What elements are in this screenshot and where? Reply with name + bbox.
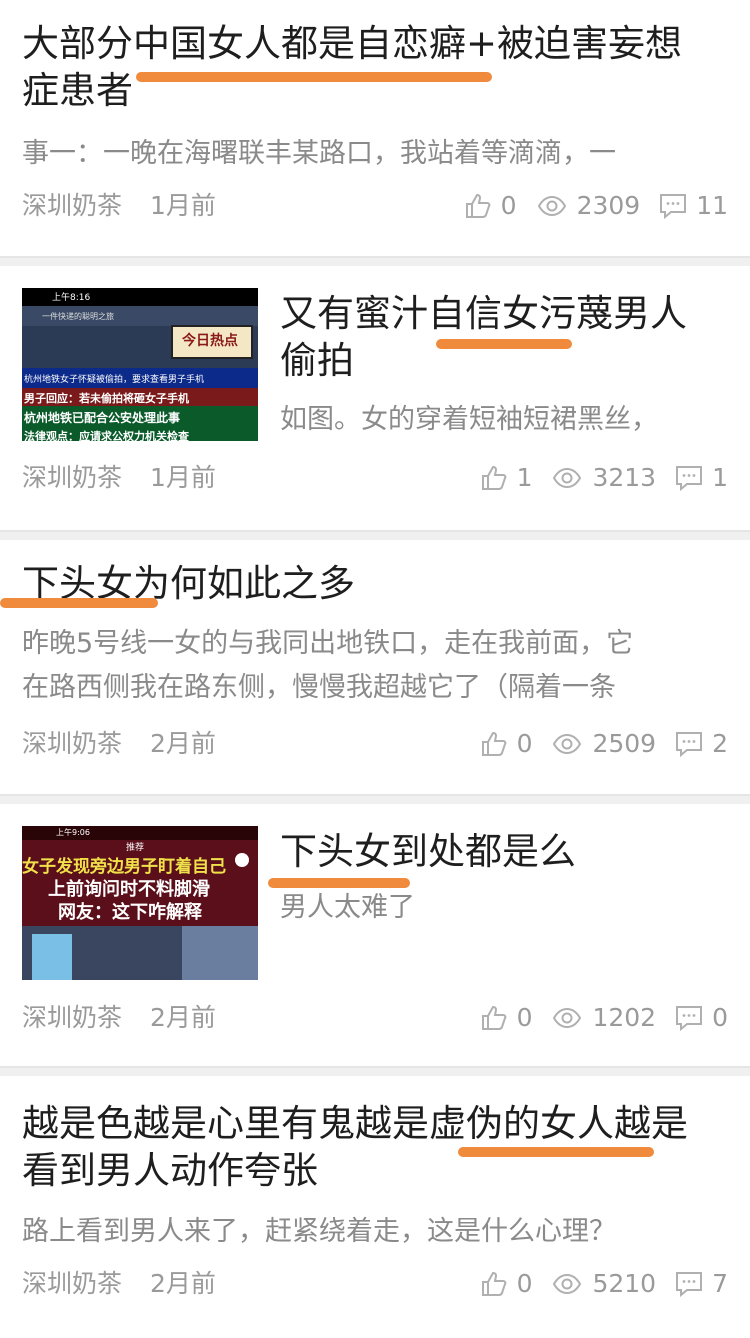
comment-count: 11 (696, 191, 728, 220)
view-count: 3213 (592, 463, 657, 492)
thumbs-up-icon[interactable] (479, 463, 509, 493)
eye-icon (537, 195, 566, 217)
comment-icon[interactable] (674, 1003, 704, 1033)
like-count: 0 (516, 1003, 533, 1032)
post-time: 1月前 (150, 463, 216, 492)
eye-icon (553, 733, 582, 755)
post-title[interactable]: 大部分中国女人都是自恋癖+被迫害妄想 症患者 (22, 20, 682, 114)
post-stats: 0 1202 0 (479, 1000, 728, 1036)
author-name[interactable]: 深圳奶茶 (22, 1000, 122, 1036)
post-excerpt: 昨晚5号线一女的与我同出地铁口，走在我前面，它 在路西侧我在路东侧，慢慢我超越它… (22, 628, 634, 703)
view-count: 2509 (592, 729, 657, 758)
post-card[interactable]: 越是色越是心里有鬼越是虚伪的女人越是 看到男人动作夸张 路上看到男人来了，赶紧绕… (0, 1076, 750, 1338)
post-card[interactable]: 上午8:16 一件快递的聪明之旅 今日热点 杭州地铁女子怀疑被偷拍，要求查看男子… (0, 266, 750, 532)
thumbs-up-icon[interactable] (479, 1269, 509, 1299)
highlight-underline (436, 339, 572, 349)
post-card[interactable]: 上午9:06 推荐 女子发现旁边男子盯着自己 上前询问时不料脚滑 网友：这下咋解… (0, 804, 750, 1068)
thumb-badge: 今日热点 (182, 333, 238, 349)
eye-icon (553, 1273, 582, 1295)
post-card[interactable]: 下头女为何如此之多 昨晚5号线一女的与我同出地铁口，走在我前面，它 在路西侧我在… (0, 540, 750, 796)
post-excerpt: 事一：一晚在海曙联丰某路口，我站着等滴滴，一 (22, 138, 616, 169)
thumbs-up-icon[interactable] (463, 191, 493, 221)
post-meta: 深圳奶茶 1月前 0 2309 11 (22, 188, 728, 224)
comment-icon[interactable] (674, 729, 704, 759)
post-meta: 深圳奶茶 2月前 0 2509 2 (22, 726, 728, 762)
post-meta: 深圳奶茶 2月前 0 1202 0 (22, 1000, 728, 1036)
like-count: 0 (516, 1269, 533, 1298)
thumb-caption: 女子发现旁边男子盯着自己 (22, 857, 226, 877)
comment-icon[interactable] (674, 463, 704, 493)
post-title[interactable]: 下头女到处都是么 (280, 828, 576, 875)
post-thumbnail[interactable]: 上午9:06 推荐 女子发现旁边男子盯着自己 上前询问时不料脚滑 网友：这下咋解… (22, 826, 258, 980)
thumb-status-time: 上午9:06 (56, 828, 90, 837)
highlight-underline (458, 1147, 654, 1157)
post-time: 1月前 (150, 191, 216, 220)
post-thumbnail[interactable]: 上午8:16 一件快递的聪明之旅 今日热点 杭州地铁女子怀疑被偷拍，要求查看男子… (22, 288, 258, 441)
post-time: 2月前 (150, 729, 216, 758)
post-stats: 1 3213 1 (479, 460, 728, 496)
author-name[interactable]: 深圳奶茶 (22, 1266, 122, 1302)
view-count: 1202 (592, 1003, 657, 1032)
eye-icon (553, 1007, 582, 1029)
like-count: 1 (516, 463, 533, 492)
thumb-caption: 杭州地铁已配合公安处理此事 (24, 411, 181, 425)
post-time: 2月前 (150, 1003, 216, 1032)
thumb-status-time: 上午8:16 (52, 293, 91, 303)
author-name[interactable]: 深圳奶茶 (22, 188, 122, 224)
view-count: 5210 (592, 1269, 657, 1298)
post-meta: 深圳奶茶 2月前 0 5210 7 (22, 1266, 728, 1302)
post-card[interactable]: 大部分中国女人都是自恋癖+被迫害妄想 症患者 事一：一晚在海曙联丰某路口，我站着… (0, 0, 750, 258)
thumb-caption: 杭州地铁女子怀疑被偷拍，要求查看男子手机 (24, 375, 205, 385)
comment-count: 0 (712, 1003, 728, 1032)
thumb-caption: 网友：这下咋解释 (58, 902, 202, 923)
author-name[interactable]: 深圳奶茶 (22, 726, 122, 762)
thumbs-up-icon[interactable] (479, 1003, 509, 1033)
author-name[interactable]: 深圳奶茶 (22, 460, 122, 496)
thumb-caption: 法律观点：应请求公权力机关检查 (24, 430, 189, 441)
comment-icon[interactable] (674, 1269, 704, 1299)
view-count: 2309 (576, 191, 641, 220)
thumb-caption: 男子回应：若未偷拍将砸女子手机 (24, 392, 189, 405)
comment-count: 1 (712, 463, 728, 492)
post-stats: 0 2509 2 (479, 726, 728, 762)
comment-count: 7 (712, 1269, 728, 1298)
post-title[interactable]: 又有蜜汁自信女污蔑男人 偷拍 (280, 290, 687, 384)
comment-count: 2 (712, 729, 728, 758)
like-count: 0 (516, 729, 533, 758)
thumbs-up-icon[interactable] (479, 729, 509, 759)
post-excerpt: 路上看到男人来了，赶紧绕着走，这是什么心理？ (22, 1216, 616, 1247)
post-meta: 深圳奶茶 1月前 1 3213 1 (22, 460, 728, 496)
comment-icon[interactable] (658, 191, 688, 221)
highlight-underline (136, 72, 492, 82)
thumb-top-caption: 一件快递的聪明之旅 (42, 312, 114, 321)
eye-icon (553, 467, 582, 489)
post-stats: 0 2309 11 (463, 188, 728, 224)
post-time: 2月前 (150, 1269, 216, 1298)
like-count: 0 (500, 191, 517, 220)
post-excerpt: 男人太难了 (280, 892, 415, 923)
post-stats: 0 5210 7 (479, 1266, 728, 1302)
highlight-underline (0, 598, 158, 608)
post-excerpt: 如图。女的穿着短袖短裙黑丝， (280, 404, 658, 435)
